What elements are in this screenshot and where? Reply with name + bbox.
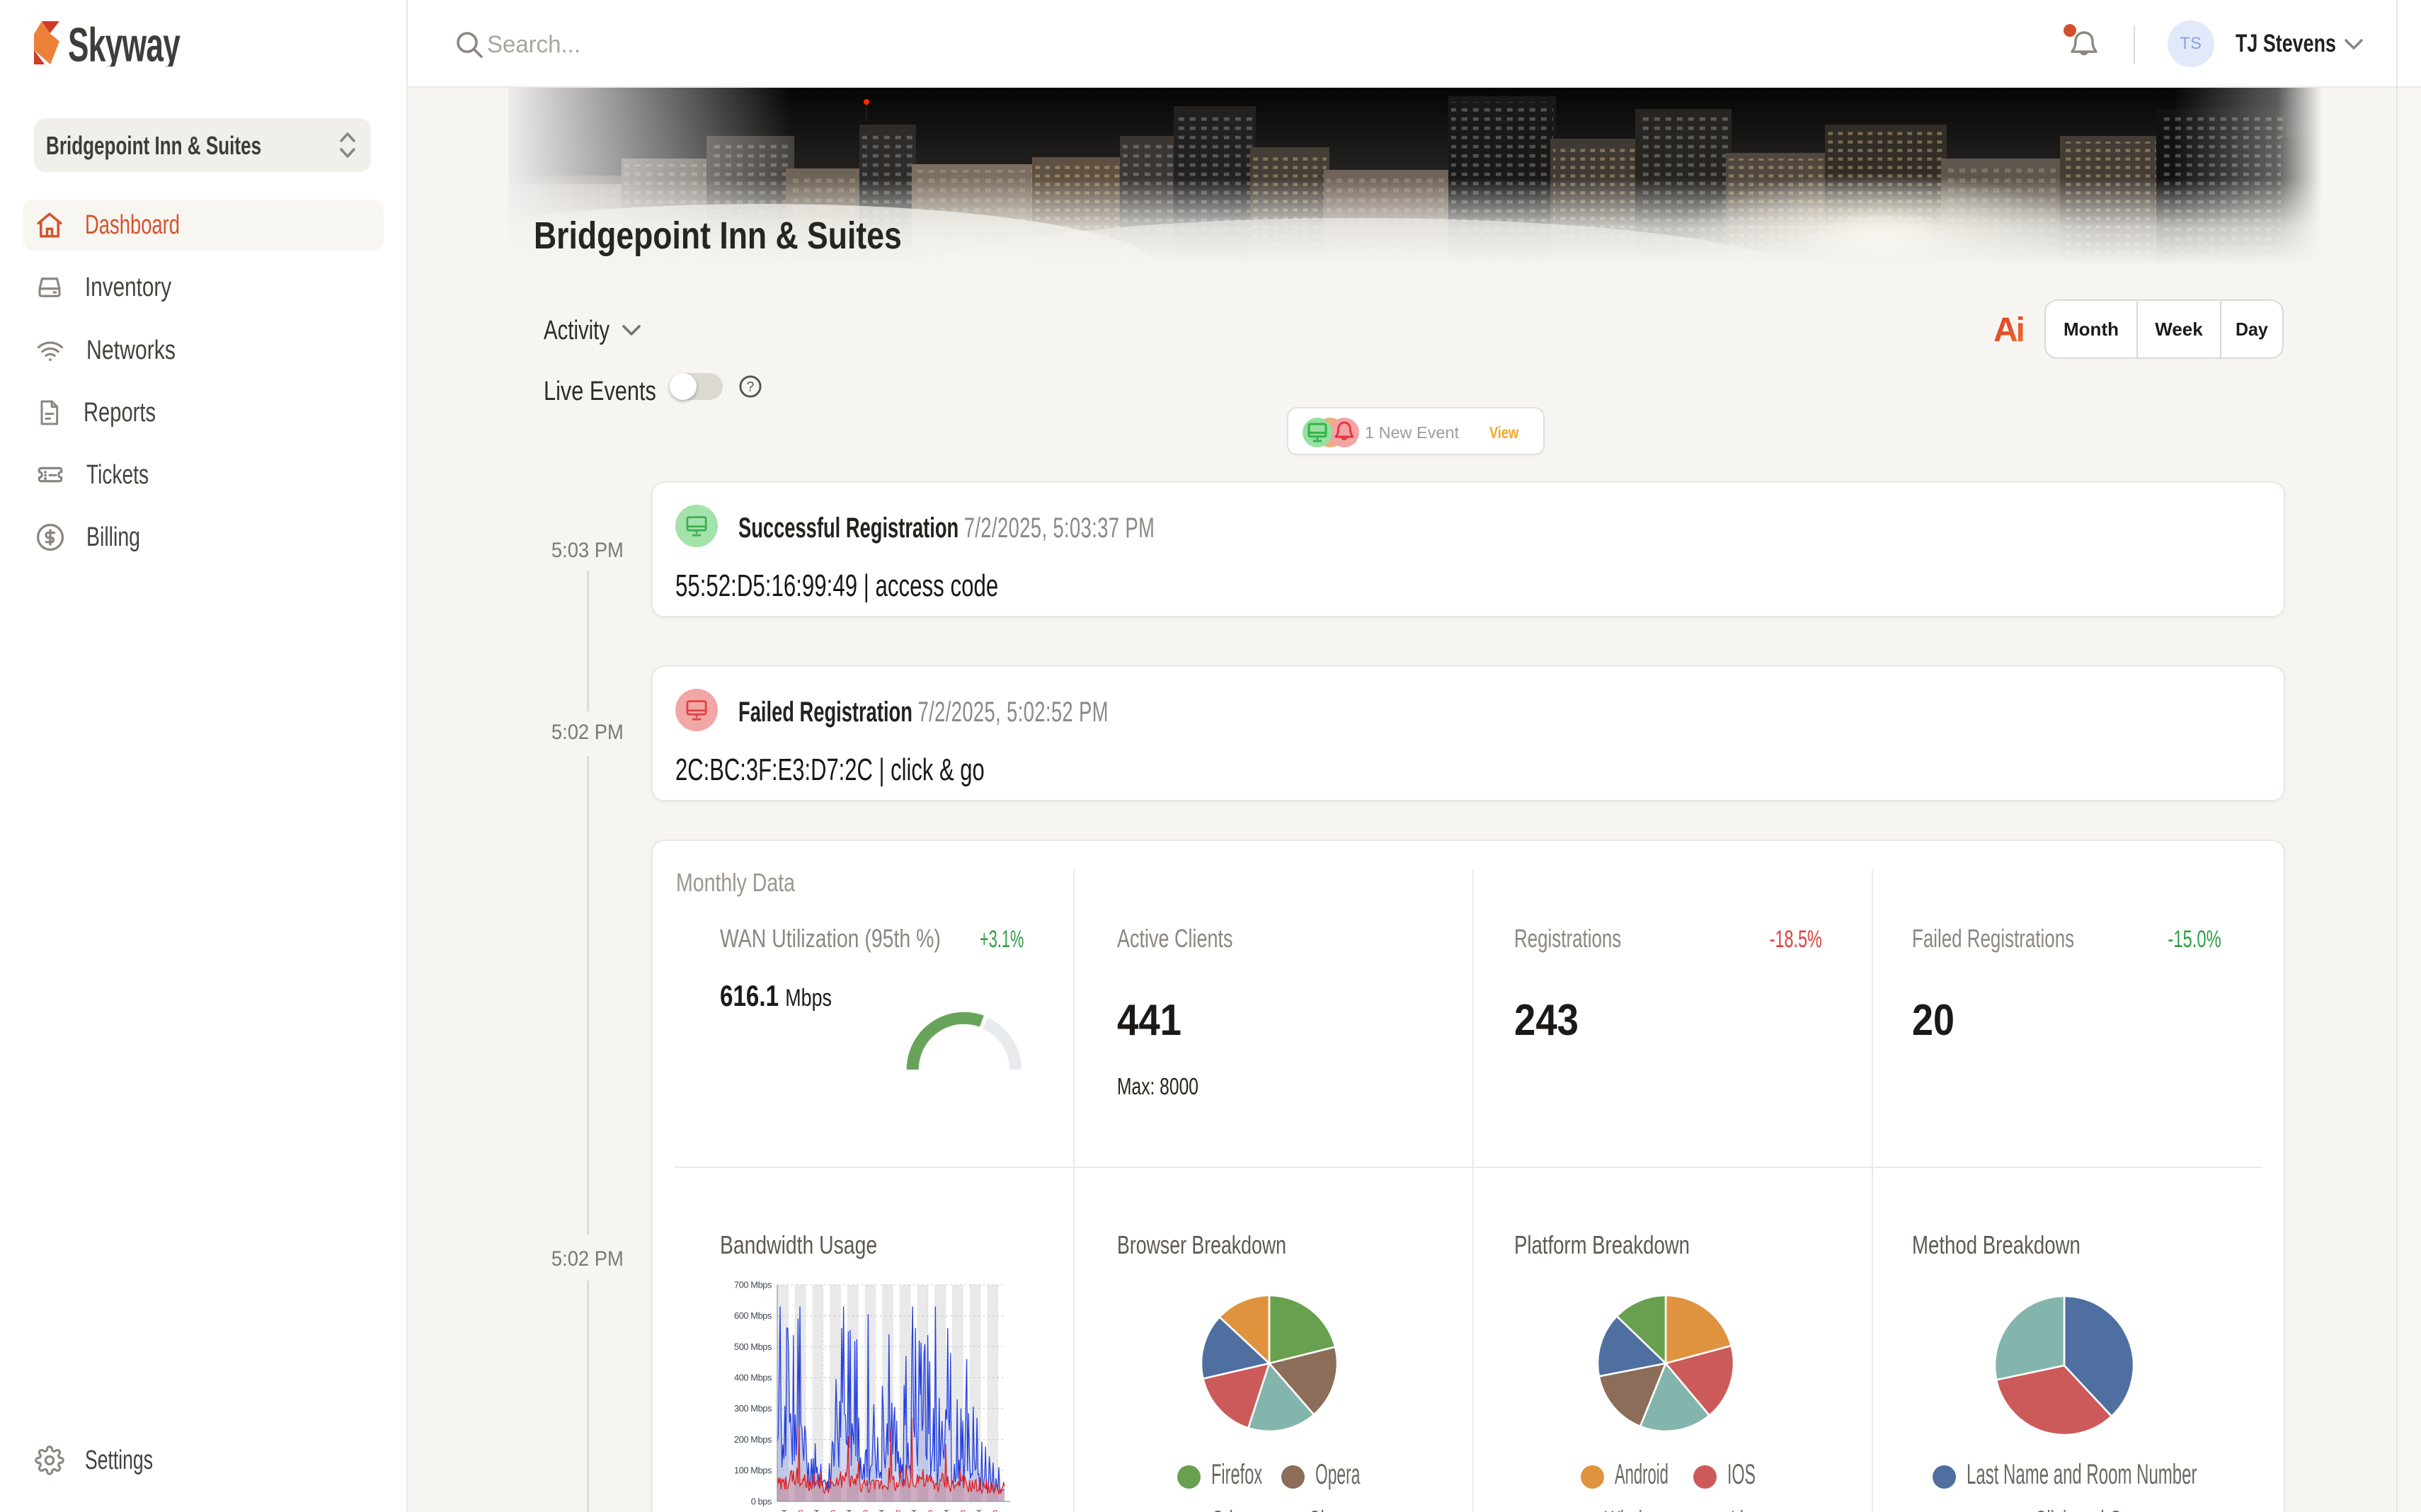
- svg-text:T: T: [944, 1508, 949, 1512]
- svg-text:T: T: [782, 1508, 787, 1512]
- svg-text:S: S: [960, 1508, 966, 1512]
- svg-text:T: T: [879, 1508, 885, 1512]
- svg-text:Skyway: Skyway: [68, 20, 181, 67]
- svg-text:S: S: [927, 1508, 933, 1512]
- svg-text:T: T: [911, 1508, 917, 1512]
- svg-text:400 Mbps: 400 Mbps: [734, 1373, 772, 1383]
- svg-text:S: S: [992, 1508, 998, 1512]
- svg-text:S: S: [830, 1508, 836, 1512]
- svg-text:S: S: [798, 1508, 803, 1512]
- svg-text:T: T: [814, 1508, 820, 1512]
- svg-text:200 Mbps: 200 Mbps: [734, 1434, 772, 1445]
- svg-text:500 Mbps: 500 Mbps: [734, 1341, 772, 1352]
- svg-text:T: T: [847, 1508, 852, 1512]
- svg-text:300 Mbps: 300 Mbps: [734, 1403, 772, 1414]
- svg-text:600 Mbps: 600 Mbps: [734, 1310, 772, 1321]
- svg-text:?: ?: [747, 380, 755, 395]
- svg-text:700 Mbps: 700 Mbps: [734, 1279, 772, 1290]
- svg-text:0 bps: 0 bps: [751, 1496, 772, 1506]
- svg-text:100 Mbps: 100 Mbps: [734, 1465, 772, 1476]
- svg-text:S: S: [863, 1508, 869, 1512]
- svg-text:Ai: Ai: [1995, 314, 2023, 344]
- svg-text:S: S: [895, 1508, 901, 1512]
- svg-text:T: T: [976, 1508, 982, 1512]
